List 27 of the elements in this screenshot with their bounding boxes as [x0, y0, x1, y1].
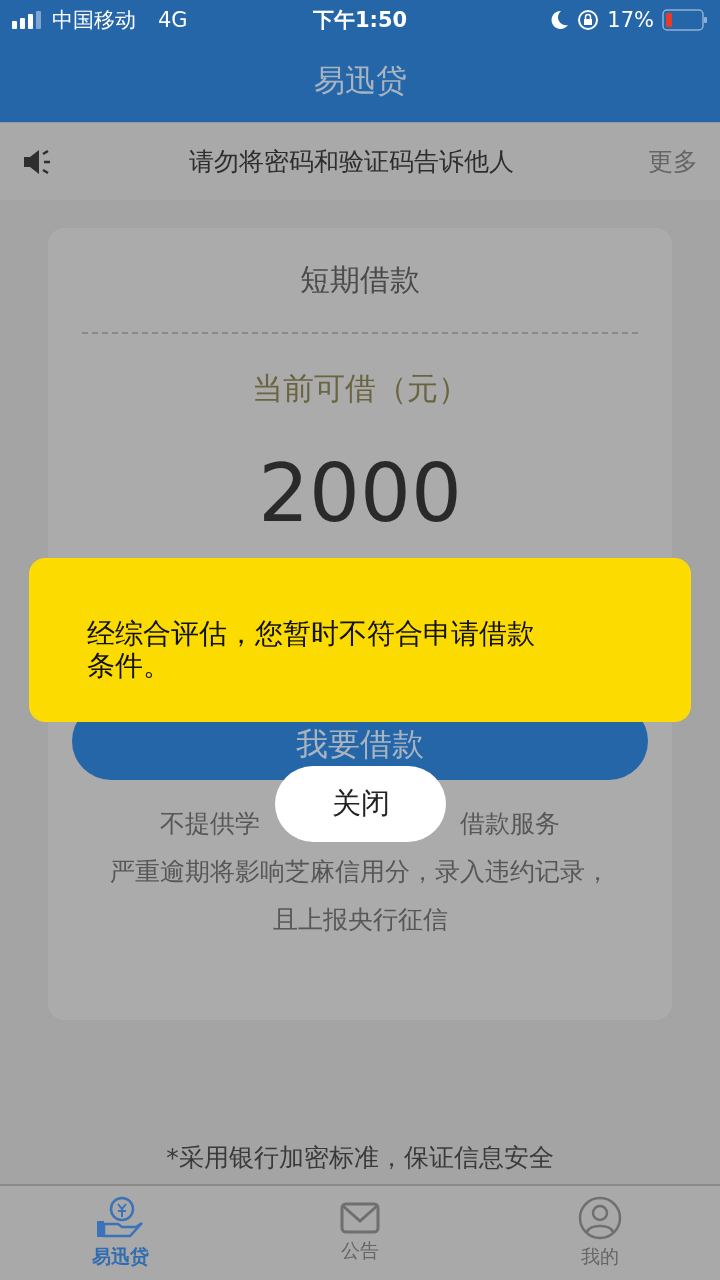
network-type: 4G	[158, 8, 188, 32]
loan-amount: 2000	[258, 447, 462, 540]
app-title: 易迅贷	[313, 61, 407, 100]
note-text: 不提供学	[160, 808, 260, 840]
battery-percent: 17%	[607, 8, 654, 32]
notice-text: 请勿将密码和验证码告诉他人	[187, 146, 515, 178]
status-time: 下午1:50	[311, 7, 409, 34]
note-text: 严重逾期将影响芝麻信用分，录入违约记录，	[110, 857, 610, 886]
more-link[interactable]: 更多	[648, 145, 698, 178]
card-title: 短期借款	[300, 260, 420, 299]
hand-coin-icon	[96, 1196, 144, 1240]
amount-label: 当前可借（元）	[251, 370, 469, 406]
battery-icon	[662, 9, 708, 31]
rotation-lock-icon	[577, 9, 600, 31]
moon-icon	[549, 10, 570, 30]
alert-message: 经综合评估，您暂时不符合申请借款条件。	[87, 618, 536, 682]
close-button[interactable]: 关闭	[275, 766, 446, 842]
security-note: *采用银行加密标准，保证信息安全	[166, 1143, 554, 1172]
note-text: 借款服务	[460, 808, 560, 840]
mail-icon	[340, 1202, 380, 1234]
user-icon	[578, 1196, 622, 1240]
tab-item[interactable]: 我的	[480, 1186, 720, 1280]
tab-item[interactable]: 易迅贷	[0, 1186, 240, 1280]
note-text: 且上报央行征信	[272, 905, 448, 934]
signal-icon	[12, 11, 44, 29]
tab-item[interactable]: 公告	[240, 1186, 480, 1280]
carrier-name: 中国移动	[52, 7, 136, 34]
